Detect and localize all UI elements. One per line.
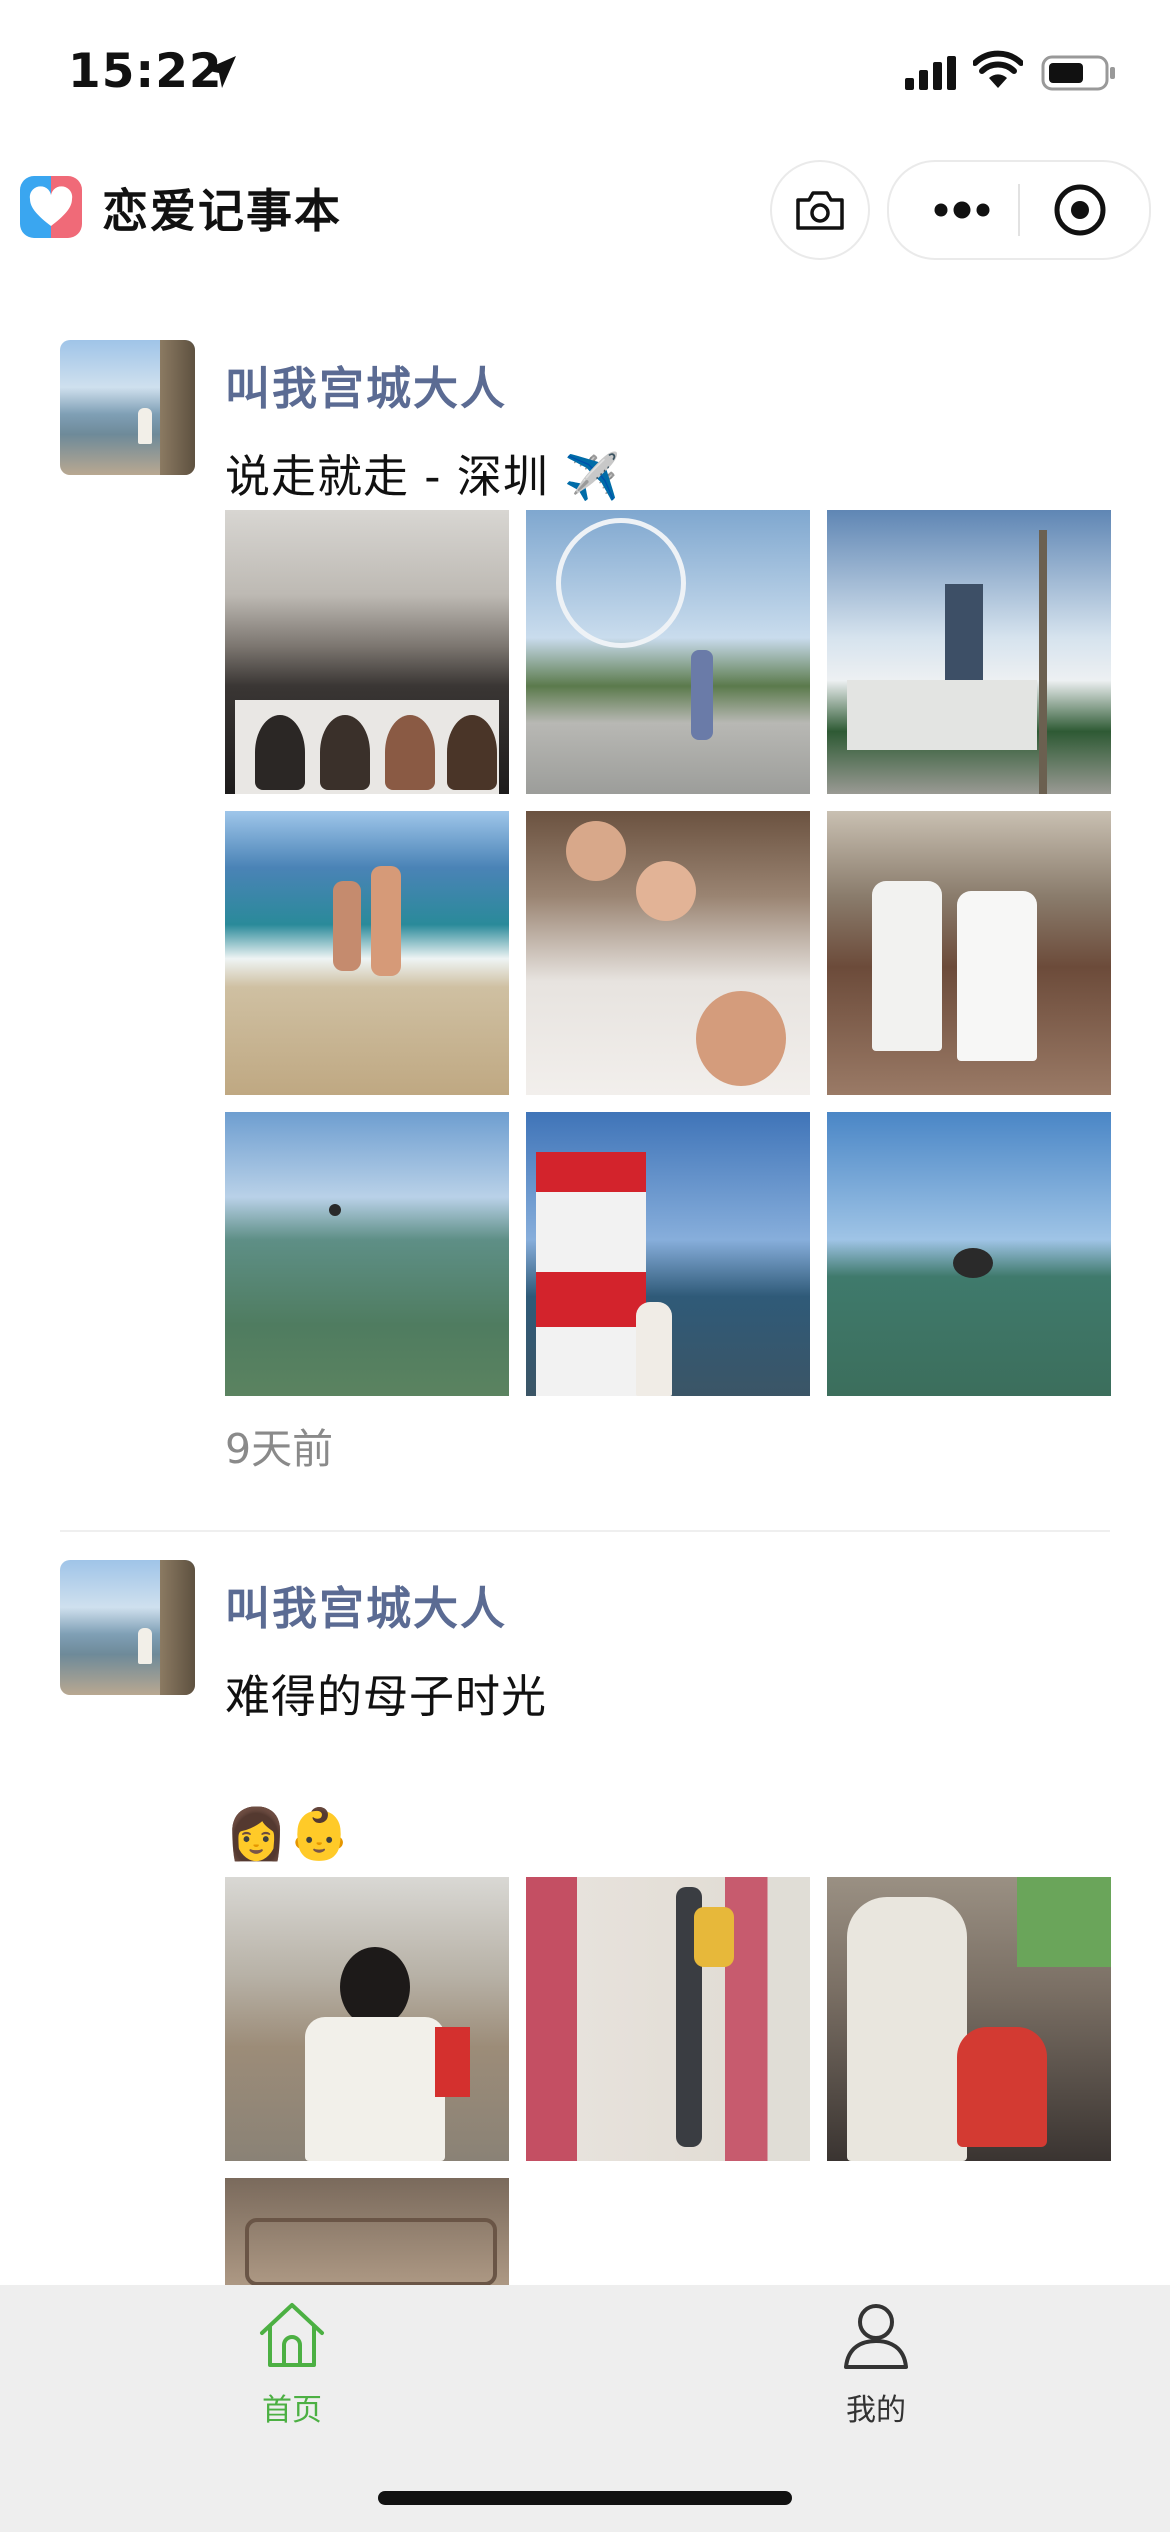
app-header: 恋爱记事本 <box>0 150 1170 280</box>
photo-mother-baby-chair[interactable] <box>225 1877 509 2161</box>
home-indicator <box>378 2491 792 2505</box>
post-time: 9天前 <box>225 1425 334 1473</box>
avatar[interactable] <box>60 340 195 475</box>
post-text: 说走就走 - 深圳 ✈️ <box>225 450 622 503</box>
page-title: 恋爱记事本 <box>102 184 342 238</box>
tab-mine[interactable]: 我的 <box>776 2295 976 2429</box>
status-bar: 15:22 <box>0 0 1170 150</box>
battery-icon <box>1041 55 1115 91</box>
avatar[interactable] <box>60 1560 195 1695</box>
post-username[interactable]: 叫我宫城大人 <box>225 1572 507 1637</box>
photo-mother-baby-car[interactable] <box>827 1877 1111 2161</box>
tab-home-label: 首页 <box>262 2393 322 2428</box>
more-dots-icon <box>934 201 990 219</box>
photo-sea-swimmer[interactable] <box>225 1112 509 1396</box>
post-emoji: 👩👶 <box>225 1805 352 1863</box>
camera-button[interactable] <box>770 160 870 260</box>
location-arrow-icon <box>204 56 236 88</box>
photo-restaurant-friends[interactable] <box>827 811 1111 1095</box>
heart-logo-icon <box>20 176 82 238</box>
photo-sea-wave[interactable] <box>827 1112 1111 1396</box>
photo-train-tv[interactable] <box>225 510 509 794</box>
close-target-icon[interactable] <box>1052 182 1108 238</box>
photo-dinner-selfie[interactable] <box>526 811 810 1095</box>
more-button[interactable] <box>927 186 997 234</box>
cellular-signal-icon <box>905 56 956 90</box>
photo-ferris-wheel[interactable] <box>526 510 810 794</box>
home-icon <box>260 2303 324 2367</box>
capsule-divider <box>1018 184 1020 236</box>
post-divider <box>60 1530 1110 1532</box>
miniprogram-capsule <box>887 160 1151 260</box>
post-text: 难得的母子时光 <box>225 1670 548 1723</box>
person-icon <box>844 2304 908 2369</box>
photo-skyscraper-palm[interactable] <box>827 510 1111 794</box>
photo-lighthouse[interactable] <box>526 1112 810 1396</box>
camera-icon <box>796 191 844 230</box>
post-username[interactable]: 叫我宫城大人 <box>225 352 507 417</box>
tab-home[interactable]: 首页 <box>192 2295 392 2429</box>
tab-mine-label: 我的 <box>846 2393 906 2428</box>
photo-mall-walk[interactable] <box>526 1877 810 2161</box>
photo-beach-couple[interactable] <box>225 811 509 1095</box>
wifi-icon <box>973 50 1023 88</box>
